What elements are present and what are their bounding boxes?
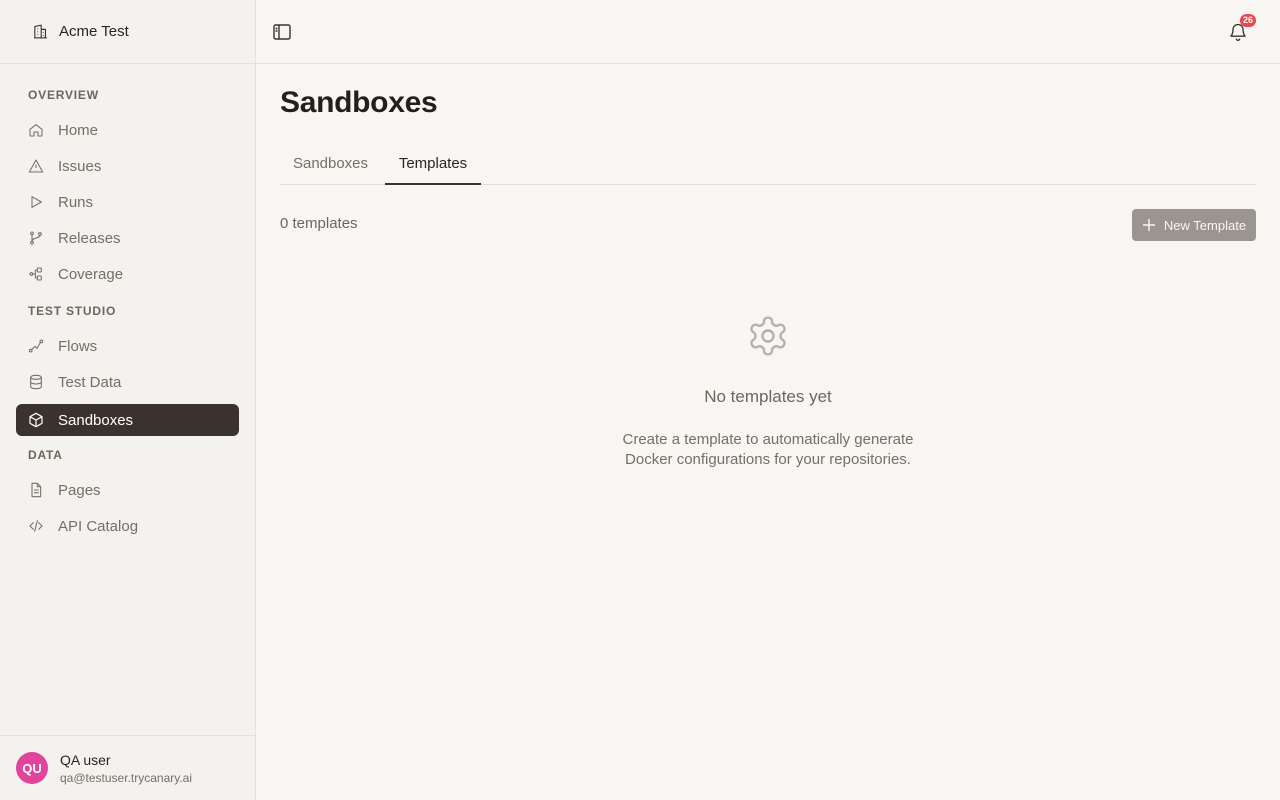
user-info: QA user qa@testuser.trycanary.ai (60, 752, 192, 785)
plus-icon (1142, 219, 1155, 231)
org-switcher[interactable]: Acme Test (0, 0, 255, 64)
warning-icon (28, 159, 44, 173)
user-name: QA user (60, 751, 111, 768)
sidebar-item-pages[interactable]: Pages (16, 474, 239, 506)
notification-badge: 26 (1239, 14, 1256, 27)
sidebar-item-sandboxes[interactable]: Sandboxes (16, 404, 239, 436)
tab-sandboxes[interactable]: Sandboxes (280, 148, 381, 185)
file-icon (31, 482, 42, 498)
sidebar-item-test-data[interactable]: Test Data (16, 366, 239, 398)
empty-description: Create a template to automatically gener… (622, 431, 914, 468)
section-label-overview: OVERVIEW (28, 88, 99, 102)
empty-state: No templates yet Create a template to au… (280, 314, 1256, 470)
coverage-icon (29, 267, 42, 281)
code-icon (29, 520, 43, 532)
git-branch-icon (30, 231, 42, 245)
sidebar-toggle-icon[interactable] (273, 24, 291, 40)
flow-icon (28, 339, 44, 353)
box-icon (29, 412, 43, 428)
play-icon (31, 196, 42, 208)
home-icon (29, 124, 43, 137)
section-label-data: DATA (28, 448, 63, 462)
sidebar-item-label: Releases (58, 229, 121, 247)
topbar: 26 (256, 0, 1280, 64)
sidebar-item-label: Coverage (58, 265, 124, 283)
org-name: Acme Test (59, 23, 129, 40)
sidebar-item-label: Test Data (58, 373, 122, 391)
sidebar-item-label: Issues (58, 157, 102, 175)
building-icon (34, 24, 47, 39)
user-email: qa@testuser.trycanary.ai (60, 770, 193, 785)
page-title: Sandboxes (280, 86, 438, 119)
sidebar-item-label: API Catalog (58, 517, 139, 535)
sidebar-item-flows[interactable]: Flows (16, 330, 239, 362)
tab-templates[interactable]: Templates (385, 148, 481, 185)
sidebar-item-label: Sandboxes (58, 411, 134, 429)
sidebar-item-label: Flows (58, 337, 98, 355)
sidebar-item-label: Home (58, 121, 99, 139)
new-template-label: New Template (1163, 217, 1247, 233)
tab-bar: Sandboxes Templates (280, 148, 1256, 185)
sidebar-item-home[interactable]: Home (16, 114, 239, 146)
sidebar-item-issues[interactable]: Issues (16, 150, 239, 182)
database-icon (30, 374, 42, 390)
avatar: QU (16, 752, 48, 784)
sidebar-item-coverage[interactable]: Coverage (16, 258, 239, 290)
sidebar: Acme Test OVERVIEW Home Issues Runs Rele… (0, 0, 256, 800)
sidebar-item-releases[interactable]: Releases (16, 222, 239, 254)
sidebar-item-api-catalog[interactable]: API Catalog (16, 510, 239, 542)
section-label-test-studio: TEST STUDIO (28, 304, 117, 318)
template-count: 0 templates (280, 215, 358, 232)
sidebar-item-label: Pages (58, 481, 101, 499)
sidebar-item-label: Runs (58, 193, 94, 211)
user-menu[interactable]: QU QA user qa@testuser.trycanary.ai (0, 735, 255, 800)
empty-title: No templates yet (704, 387, 832, 406)
new-template-button[interactable]: New Template (1132, 209, 1256, 241)
sidebar-item-runs[interactable]: Runs (16, 186, 239, 218)
gear-icon (750, 316, 786, 356)
